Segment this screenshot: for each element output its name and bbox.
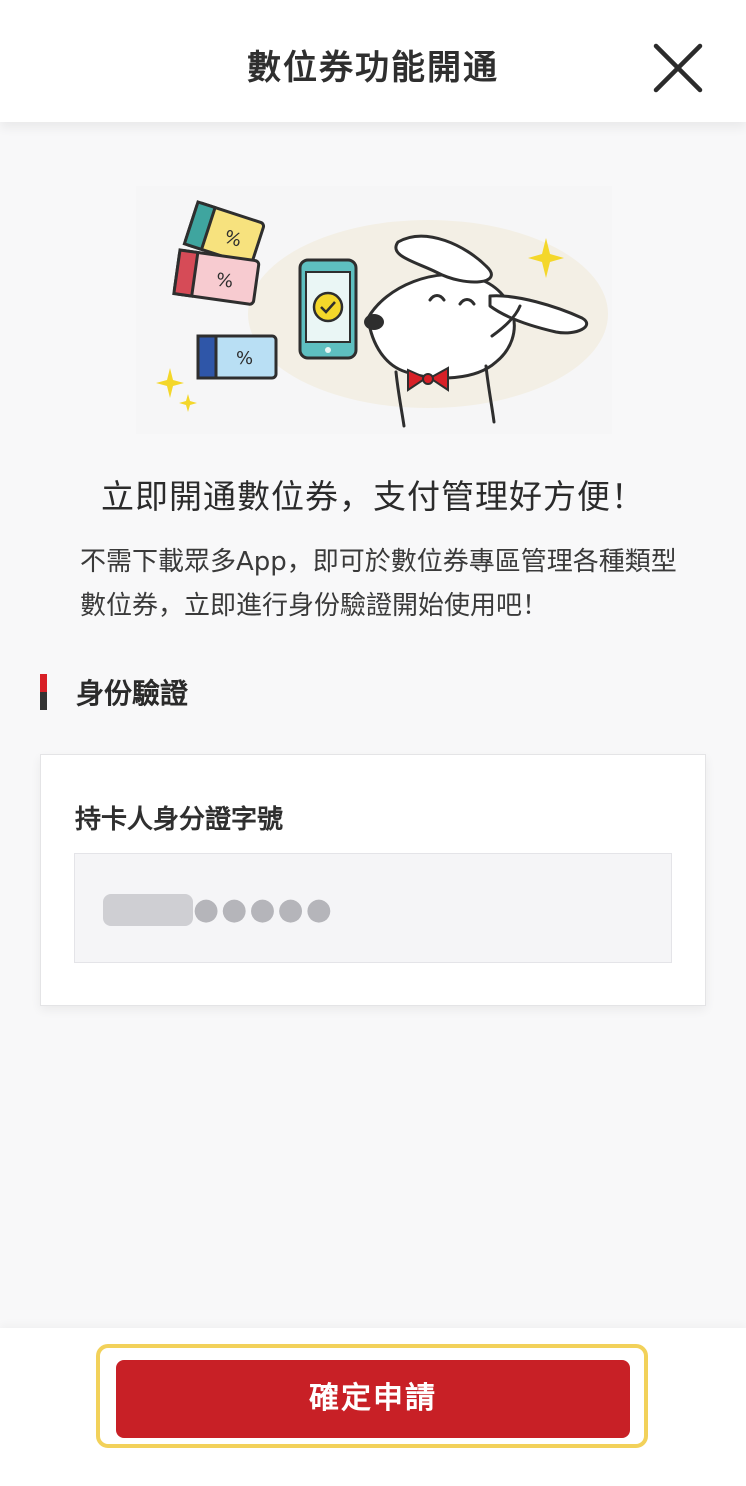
description: 不需下載眾多App，即可於數位券專區管理各種類型數位券，立即進行身份驗證開始使用… — [80, 547, 677, 621]
page: 數位券功能開通 % % % 立即開通數位券，支付管理好方便！ 不需下載眾多App… — [0, 0, 746, 1486]
section-accent-bar — [40, 674, 47, 710]
header: 數位券功能開通 — [0, 0, 746, 122]
coupon-icon-pink: % — [172, 248, 261, 306]
id-number-label: 持卡人身分證字號 — [75, 805, 284, 835]
svg-text:%: % — [215, 269, 235, 292]
masked-id-value: ●●●●● — [193, 892, 334, 927]
svg-text:%: % — [236, 348, 253, 369]
hero-illustration: % % % — [136, 186, 612, 434]
close-icon — [653, 43, 703, 93]
page-title: 數位券功能開通 — [247, 48, 499, 88]
section-title: 身份驗證 — [76, 677, 189, 710]
headline: 立即開通數位券，支付管理好方便！ — [101, 477, 645, 516]
coupon-icon-blue: % — [196, 334, 278, 380]
masked-id-prefix — [103, 894, 193, 926]
phone-icon — [298, 258, 358, 360]
identity-verification-card: 持卡人身分證字號 ●●●●● — [40, 754, 706, 1006]
footer: 確定申請 — [0, 1328, 746, 1486]
close-button[interactable] — [650, 40, 706, 96]
confirm-apply-button[interactable]: 確定申請 — [116, 1360, 630, 1438]
id-number-field[interactable]: ●●●●● — [74, 853, 672, 963]
